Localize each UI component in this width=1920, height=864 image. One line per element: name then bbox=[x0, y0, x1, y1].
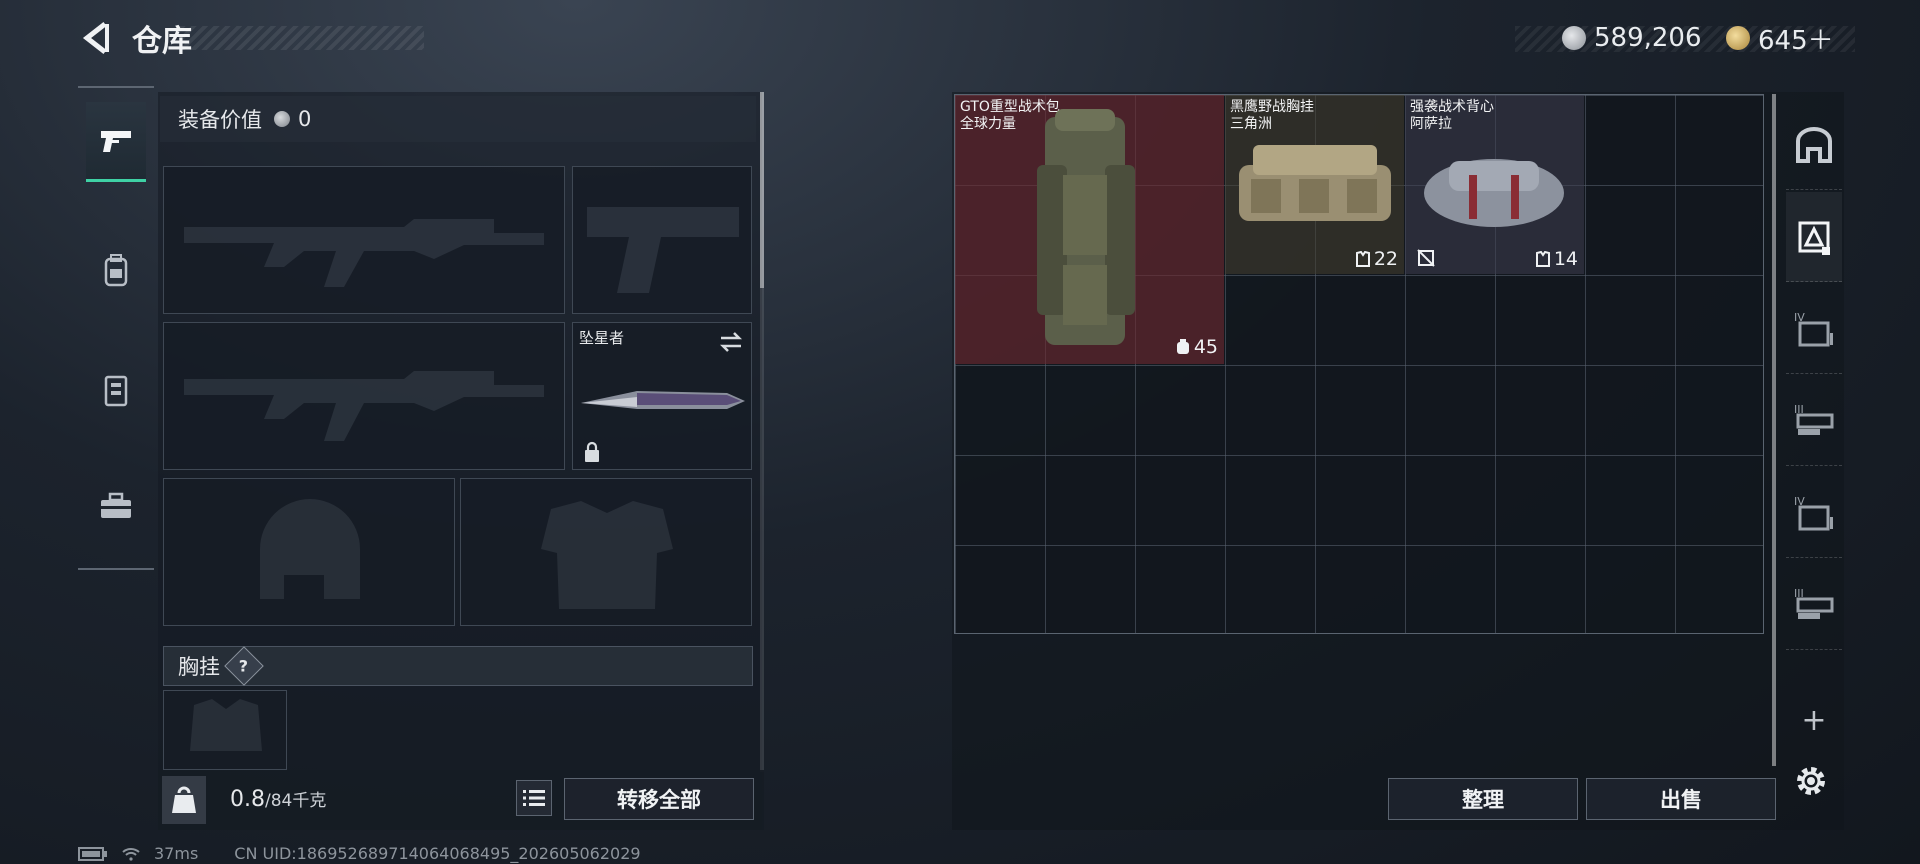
equipment-value-label: 装备价值 bbox=[178, 108, 262, 132]
storage-tab-main[interactable] bbox=[1786, 192, 1842, 282]
backpack-capacity-icon bbox=[1176, 339, 1189, 354]
chest-rig-section-header: 胸挂 ? bbox=[163, 646, 753, 686]
assault-vest-image bbox=[1424, 159, 1564, 227]
storage-item-assault-vest[interactable]: 强袭战术背心 阿萨拉 14 bbox=[1405, 95, 1584, 274]
storage-iv-icon: IV bbox=[1794, 311, 1833, 346]
storage-tab-iii-1[interactable]: III bbox=[1786, 376, 1842, 466]
lock-icon bbox=[585, 441, 599, 462]
nav-weapons[interactable] bbox=[86, 102, 146, 182]
gold-currency[interactable]: 645＋ bbox=[1726, 20, 1834, 56]
item-badge: 14 bbox=[1535, 248, 1578, 270]
silver-coin-icon bbox=[1562, 26, 1586, 50]
storage-tab-iii-2[interactable]: III bbox=[1786, 560, 1842, 650]
rifle-silhouette-icon-2 bbox=[184, 371, 544, 441]
rifle-silhouette-icon bbox=[184, 219, 544, 287]
pistol-icon bbox=[101, 130, 131, 152]
toolbox-icon bbox=[101, 492, 131, 518]
back-arrow-icon bbox=[82, 22, 109, 54]
storage-item-chest-rig[interactable]: 黑鹰野战胸挂 三角洲 22 bbox=[1225, 95, 1404, 274]
silver-coin-icon bbox=[274, 111, 290, 127]
storage-a-icon bbox=[1798, 221, 1830, 255]
vest-icon bbox=[104, 375, 128, 407]
swap-icon[interactable] bbox=[717, 331, 745, 353]
gear-icon bbox=[1797, 767, 1825, 795]
helmet-slot[interactable] bbox=[163, 478, 455, 626]
chest-rig-section-title: 胸挂 bbox=[178, 655, 220, 679]
back-button[interactable] bbox=[78, 18, 114, 58]
weight-icon bbox=[162, 776, 206, 824]
weight-current: 0.8 bbox=[230, 787, 265, 812]
settings-button[interactable] bbox=[1790, 760, 1832, 802]
armor-slot[interactable] bbox=[460, 478, 752, 626]
storage-tab-iv-2[interactable]: IV bbox=[1786, 468, 1842, 558]
transfer-all-button[interactable]: 转移全部 bbox=[564, 778, 754, 820]
silver-currency[interactable]: 589,206 bbox=[1562, 20, 1702, 56]
storage-iii-icon-2: III bbox=[1794, 587, 1834, 619]
home-icon bbox=[1796, 126, 1832, 163]
nav-backpack[interactable] bbox=[86, 230, 146, 310]
backpack-icon bbox=[104, 254, 128, 287]
helmet-silhouette-icon bbox=[260, 499, 360, 599]
melee-name: 坠星者 bbox=[579, 329, 625, 347]
list-icon bbox=[523, 790, 545, 806]
list-view-button[interactable] bbox=[516, 780, 552, 816]
category-sidebar bbox=[78, 86, 154, 570]
storage-tab-home[interactable] bbox=[1786, 100, 1842, 190]
vest-capacity-icon bbox=[1535, 251, 1550, 267]
kettlebell-icon bbox=[172, 786, 196, 813]
uid-text: CN UID:1869526897140640684​95_2026050620… bbox=[234, 844, 641, 863]
equipment-value: 装备价值 0 bbox=[160, 96, 756, 142]
chest-rig-silhouette-icon bbox=[190, 699, 262, 751]
primary-weapon-slot-2[interactable] bbox=[163, 322, 565, 470]
primary-weapon-slot-1[interactable] bbox=[163, 166, 565, 314]
gold-amount: 645＋ bbox=[1758, 25, 1834, 56]
storage-iv-icon-2: IV bbox=[1794, 495, 1833, 530]
battery-icon bbox=[78, 846, 107, 861]
equipment-value-amount: 0 bbox=[298, 107, 312, 131]
sell-button[interactable]: 出售 bbox=[1586, 778, 1776, 820]
melee-slot[interactable]: 坠星者 bbox=[572, 322, 752, 470]
armor-silhouette-icon bbox=[541, 501, 673, 609]
gold-coin-icon bbox=[1726, 26, 1750, 50]
chest-rig-slot[interactable] bbox=[163, 690, 287, 770]
weight-readout: 0.8/84千克 bbox=[230, 786, 326, 812]
equipment-scroll-thumb[interactable] bbox=[760, 92, 764, 288]
help-icon[interactable]: ? bbox=[224, 646, 264, 686]
weight-max: /84千克 bbox=[265, 791, 327, 811]
no-insurance-icon bbox=[1417, 249, 1435, 267]
item-name-label: 强袭战术背心 阿萨拉 bbox=[1410, 99, 1494, 132]
add-storage-tab-button[interactable]: + bbox=[1786, 700, 1842, 740]
silver-amount: 589,206 bbox=[1594, 23, 1702, 53]
status-bar: 37ms CN UID:1869526897140640684​95_20260… bbox=[78, 844, 641, 863]
vest-capacity-icon bbox=[1355, 251, 1370, 267]
chest-rig-image bbox=[1239, 145, 1391, 221]
item-badge: 45 bbox=[1176, 336, 1218, 358]
item-badge: 22 bbox=[1355, 248, 1398, 270]
sidearm-slot[interactable] bbox=[572, 166, 752, 314]
storage-iii-icon: III bbox=[1794, 403, 1834, 435]
nav-toolbox[interactable] bbox=[86, 466, 146, 546]
storage-tab-iv-1[interactable]: IV bbox=[1786, 284, 1842, 374]
storage-item-backpack[interactable]: GTO重型战术包 全球力量 45 bbox=[955, 95, 1224, 364]
organize-button[interactable]: 整理 bbox=[1388, 778, 1578, 820]
nav-vest[interactable] bbox=[86, 350, 146, 430]
item-name-label: 黑鹰野战胸挂 三角洲 bbox=[1230, 99, 1314, 132]
pistol-silhouette-icon bbox=[587, 207, 739, 293]
wifi-icon bbox=[122, 847, 140, 861]
title-decoration bbox=[180, 26, 424, 50]
storage-scrollbar[interactable] bbox=[1772, 94, 1776, 766]
ping-value: 37ms bbox=[154, 844, 199, 863]
knife-icon bbox=[581, 391, 745, 409]
backpack-image bbox=[1037, 109, 1135, 345]
